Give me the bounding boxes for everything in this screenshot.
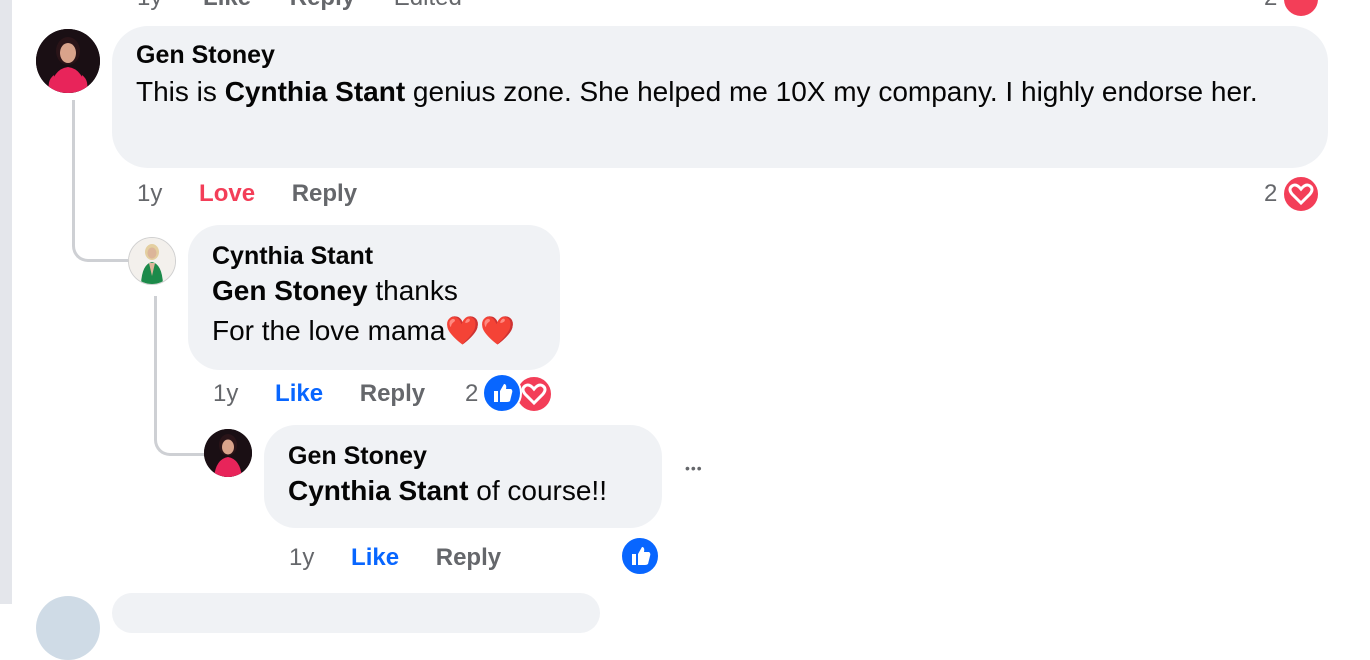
comment-text: This is Cynthia Stant genius zone. She h… — [136, 72, 1304, 112]
avatar-gen-stoney[interactable] — [36, 29, 100, 93]
reply-actions: 1y Like Reply — [213, 380, 425, 408]
reply-link[interactable]: Reply — [292, 180, 357, 207]
prev-edited-label: Edited — [394, 0, 462, 11]
prev-time: 1y — [137, 0, 162, 11]
mention-cynthia-stant[interactable]: Cynthia Stant — [288, 475, 468, 506]
reply-author[interactable]: Cynthia Stant — [212, 241, 536, 271]
comment-time[interactable]: 1y — [137, 180, 162, 207]
reply-bubble-gen-stoney: Gen Stoney Cynthia Stant of course!! — [264, 425, 662, 528]
comment-author[interactable]: Gen Stoney — [136, 40, 1304, 70]
love-icon[interactable] — [1282, 0, 1320, 18]
prev-comment-actions: 1y Like Reply Edited — [137, 0, 462, 12]
like-icon[interactable] — [482, 373, 522, 413]
page-left-border — [0, 0, 12, 604]
reply-time[interactable]: 1y — [289, 544, 314, 571]
like-icon[interactable] — [620, 536, 660, 576]
prev-reply-link[interactable]: Reply — [290, 0, 355, 11]
reply-text-after: thanks — [367, 275, 458, 306]
mention-cynthia-stant[interactable]: Cynthia Stant — [225, 76, 405, 107]
comment-actions: 1y Love Reply — [137, 180, 357, 208]
reaction-count: 2 — [465, 380, 479, 407]
like-link[interactable]: Like — [351, 544, 399, 571]
more-options-button[interactable]: ••• — [685, 460, 703, 476]
reaction-count: 2 — [1264, 180, 1278, 207]
reply-link[interactable]: Reply — [436, 544, 501, 571]
reply-link[interactable]: Reply — [360, 380, 425, 407]
next-comment-bubble — [112, 593, 600, 633]
reply-time[interactable]: 1y — [213, 380, 238, 407]
avatar-gen-stoney[interactable] — [204, 429, 252, 477]
reply-text: Gen Stoney thanks — [212, 271, 536, 311]
reply-text: Cynthia Stant of course!! — [288, 471, 638, 511]
prev-like-link[interactable]: Like — [203, 0, 251, 11]
reply-author[interactable]: Gen Stoney — [288, 441, 638, 471]
reply-text-line2: For the love mama❤️❤️ — [212, 315, 516, 346]
avatar-next-commenter[interactable] — [36, 596, 100, 660]
avatar-cynthia-stant[interactable] — [128, 237, 176, 285]
comment-bubble-gen-stoney: Gen Stoney This is Cynthia Stant genius … — [112, 26, 1328, 168]
love-icon[interactable] — [1282, 175, 1320, 213]
love-reaction-link[interactable]: Love — [199, 180, 255, 207]
reply-bubble-cynthia-stant: Cynthia Stant Gen Stoney thanks For the … — [188, 225, 560, 370]
like-link[interactable]: Like — [275, 380, 323, 407]
comment-text-before: This is — [136, 76, 225, 107]
reply-actions: 1y Like Reply — [289, 544, 501, 572]
reply-text-after: of course!! — [468, 475, 607, 506]
comment-text-after: genius zone. She helped me 10X my compan… — [405, 76, 1258, 107]
prev-reaction-count: 2 — [1264, 0, 1277, 12]
mention-gen-stoney[interactable]: Gen Stoney — [212, 275, 368, 306]
